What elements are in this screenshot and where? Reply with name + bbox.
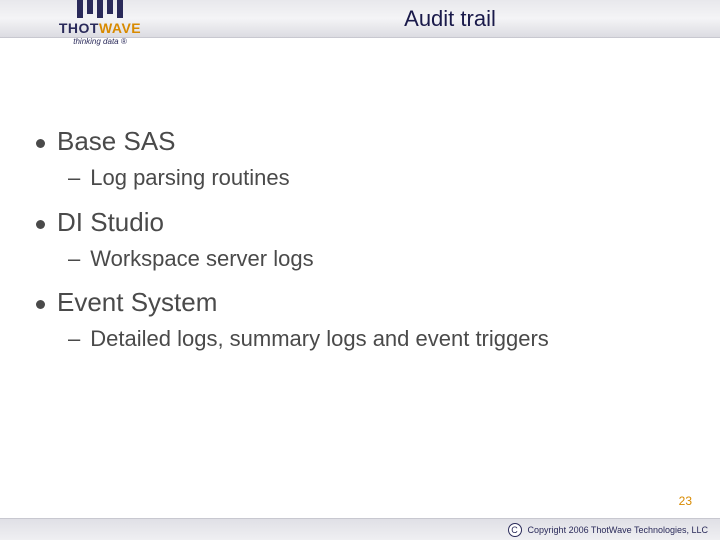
logo-bars-icon [77,0,123,18]
logo: THOTWAVE thinking data ® [30,0,170,70]
sub-bullet-item: – Workspace server logs [68,244,684,274]
copyright-icon: C [508,523,522,537]
footer-text: Copyright 2006 ThotWave Technologies, LL… [528,525,708,535]
sub-bullet-text: Log parsing routines [90,163,289,193]
slide-footer: C Copyright 2006 ThotWave Technologies, … [0,518,720,540]
slide-title: Audit trail [404,6,496,32]
bullet-text: Event System [57,287,217,318]
sub-bullet-item: – Log parsing routines [68,163,684,193]
dash-icon: – [68,163,80,193]
bullet-text: Base SAS [57,126,176,157]
sub-bullet-text: Workspace server logs [90,244,313,274]
bullet-item: DI Studio [36,207,684,238]
dash-icon: – [68,324,80,354]
bullet-dot-icon [36,220,45,229]
slide-header: Audit trail THOTWAVE thinking data ® [0,0,720,72]
bullet-item: Base SAS [36,126,684,157]
logo-tagline: thinking data ® [73,37,126,46]
bullet-dot-icon [36,139,45,148]
slide-body: Base SAS – Log parsing routines DI Studi… [0,72,720,354]
bullet-text: DI Studio [57,207,164,238]
dash-icon: – [68,244,80,274]
page-number: 23 [679,494,692,508]
logo-brand: THOTWAVE [59,20,141,36]
bullet-dot-icon [36,300,45,309]
sub-bullet-item: – Detailed logs, summary logs and event … [68,324,684,354]
bullet-item: Event System [36,287,684,318]
sub-bullet-text: Detailed logs, summary logs and event tr… [90,324,549,354]
